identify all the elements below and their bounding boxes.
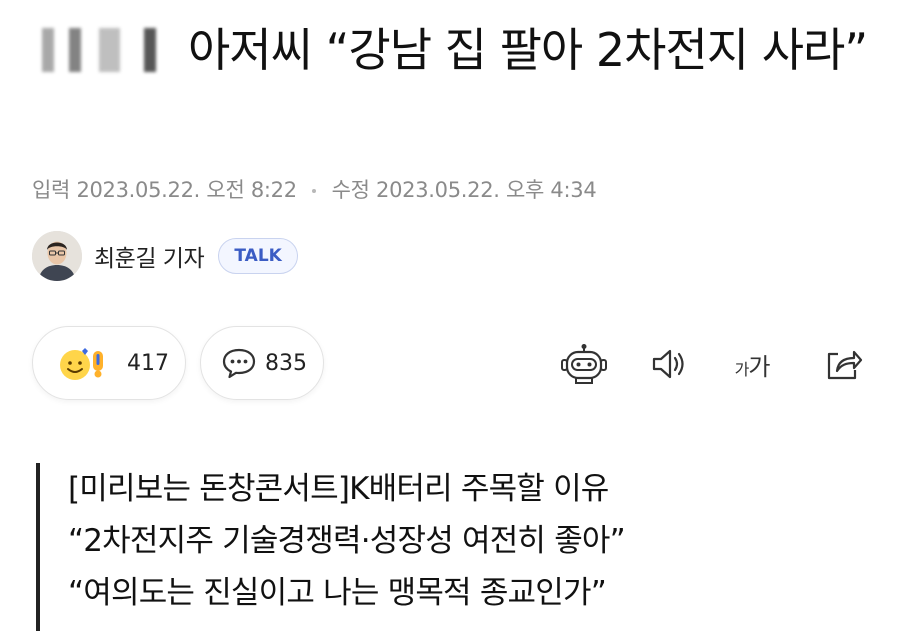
comment-bubble-icon	[222, 348, 256, 379]
reaction-emoji-icon	[60, 348, 103, 380]
author-avatar[interactable]	[32, 231, 82, 281]
comment-button[interactable]: 835	[200, 326, 324, 400]
font-size-icon: 가가	[734, 347, 771, 382]
summary-bot-button[interactable]	[560, 342, 608, 386]
share-button[interactable]	[820, 342, 868, 386]
author-photo-icon	[32, 231, 82, 281]
article-headline: 아저씨 “강남 집 팔아 2차전지 사라”	[30, 18, 870, 82]
font-size-large-label: 가	[748, 352, 770, 381]
related-headline: “여의도는 진실이고 나는 맹목적 종교인가”	[68, 575, 607, 611]
modified-time: 2023.05.22. 오후 4:34	[376, 178, 597, 202]
input-label: 입력	[32, 178, 71, 202]
headline-text: 아저씨 “강남 집 팔아 2차전지 사라”	[188, 23, 868, 77]
font-size-small-label: 가	[734, 359, 750, 379]
listen-button[interactable]	[646, 342, 694, 386]
meta-separator	[312, 189, 317, 193]
article-meta: 입력 2023.05.22. 오전 8:22 수정 2023.05.22. 오후…	[32, 174, 597, 204]
talk-button[interactable]: TALK	[218, 238, 299, 274]
input-time: 2023.05.22. 오전 8:22	[76, 178, 297, 202]
author-row: 최훈길 기자 TALK	[32, 230, 299, 282]
font-size-button[interactable]: 가가	[728, 342, 776, 386]
author-name[interactable]: 최훈길 기자	[94, 239, 205, 273]
related-headline: “2차전지주 기술경쟁력·성장성 여전히 좋아”	[68, 523, 626, 559]
modified-label: 수정	[331, 178, 370, 202]
related-headline: [미리보는 돈창콘서트]K배터리 주목할 이유	[68, 471, 609, 507]
reaction-count: 417	[127, 350, 169, 376]
related-headlines: [미리보는 돈창콘서트]K배터리 주목할 이유 “2차전지주 기술경쟁력·성장성…	[36, 463, 856, 631]
speaker-icon	[652, 349, 684, 379]
share-icon	[827, 350, 863, 380]
blurred-name	[30, 28, 180, 72]
summary-bot-icon	[561, 344, 607, 384]
reaction-button[interactable]: 417	[32, 326, 186, 400]
comment-count: 835	[265, 350, 307, 376]
